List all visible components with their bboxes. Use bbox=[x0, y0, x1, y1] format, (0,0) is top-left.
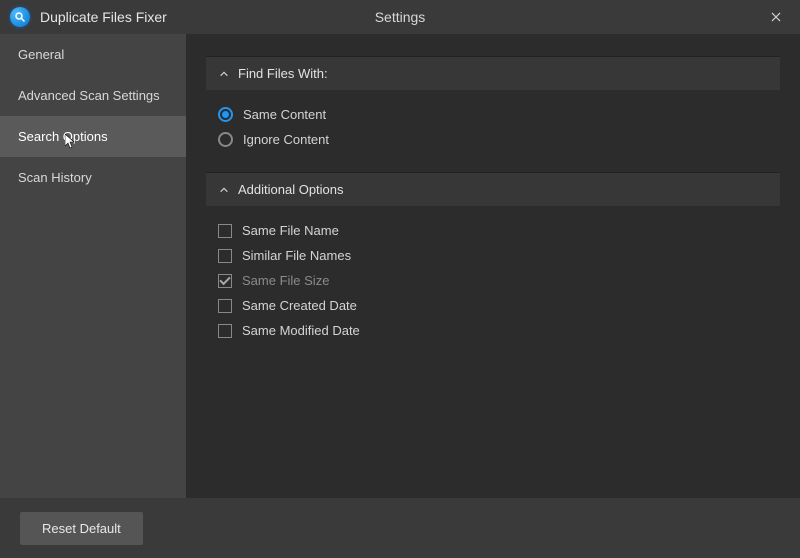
sidebar-item-advanced-scan[interactable]: Advanced Scan Settings bbox=[0, 75, 186, 116]
section-header-find-files[interactable]: Find Files With: bbox=[206, 57, 780, 90]
sidebar-item-general[interactable]: General bbox=[0, 34, 186, 75]
option-same-content[interactable]: Same Content bbox=[218, 102, 780, 127]
section-header-additional[interactable]: Additional Options bbox=[206, 173, 780, 206]
option-same-created-date[interactable]: Same Created Date bbox=[218, 293, 780, 318]
sidebar-item-label: Search Options bbox=[18, 129, 108, 144]
option-same-file-name[interactable]: Same File Name bbox=[218, 218, 780, 243]
option-label: Ignore Content bbox=[243, 132, 329, 147]
option-label: Same Content bbox=[243, 107, 326, 122]
chevron-up-icon bbox=[218, 184, 230, 196]
option-label: Same Modified Date bbox=[242, 323, 360, 338]
reset-default-button[interactable]: Reset Default bbox=[20, 512, 143, 545]
option-same-modified-date[interactable]: Same Modified Date bbox=[218, 318, 780, 343]
section-title: Additional Options bbox=[238, 182, 344, 197]
option-same-file-size: Same File Size bbox=[218, 268, 780, 293]
app-title: Duplicate Files Fixer bbox=[40, 9, 167, 25]
checkbox-icon bbox=[218, 274, 232, 288]
option-label: Same File Size bbox=[242, 273, 329, 288]
app-icon bbox=[10, 7, 30, 27]
chevron-up-icon bbox=[218, 68, 230, 80]
checkbox-icon[interactable] bbox=[218, 324, 232, 338]
section-additional-options: Additional Options Same File Name Simila… bbox=[206, 172, 780, 349]
sidebar-item-search-options[interactable]: Search Options bbox=[0, 116, 186, 157]
option-label: Same File Name bbox=[242, 223, 339, 238]
titlebar: Duplicate Files Fixer Settings bbox=[0, 0, 800, 34]
sidebar: General Advanced Scan Settings Search Op… bbox=[0, 34, 186, 498]
section-find-files: Find Files With: Same Content Ignore Con… bbox=[206, 56, 780, 158]
content-area: Find Files With: Same Content Ignore Con… bbox=[186, 34, 800, 498]
radio-icon[interactable] bbox=[218, 107, 233, 122]
checkbox-icon[interactable] bbox=[218, 224, 232, 238]
close-button[interactable] bbox=[762, 3, 790, 31]
option-label: Same Created Date bbox=[242, 298, 357, 313]
section-title: Find Files With: bbox=[238, 66, 328, 81]
option-ignore-content[interactable]: Ignore Content bbox=[218, 127, 780, 152]
option-label: Similar File Names bbox=[242, 248, 351, 263]
checkbox-icon[interactable] bbox=[218, 299, 232, 313]
sidebar-item-scan-history[interactable]: Scan History bbox=[0, 157, 186, 198]
option-similar-file-names[interactable]: Similar File Names bbox=[218, 243, 780, 268]
footer: Reset Default bbox=[0, 498, 800, 558]
checkbox-icon[interactable] bbox=[218, 249, 232, 263]
radio-icon[interactable] bbox=[218, 132, 233, 147]
